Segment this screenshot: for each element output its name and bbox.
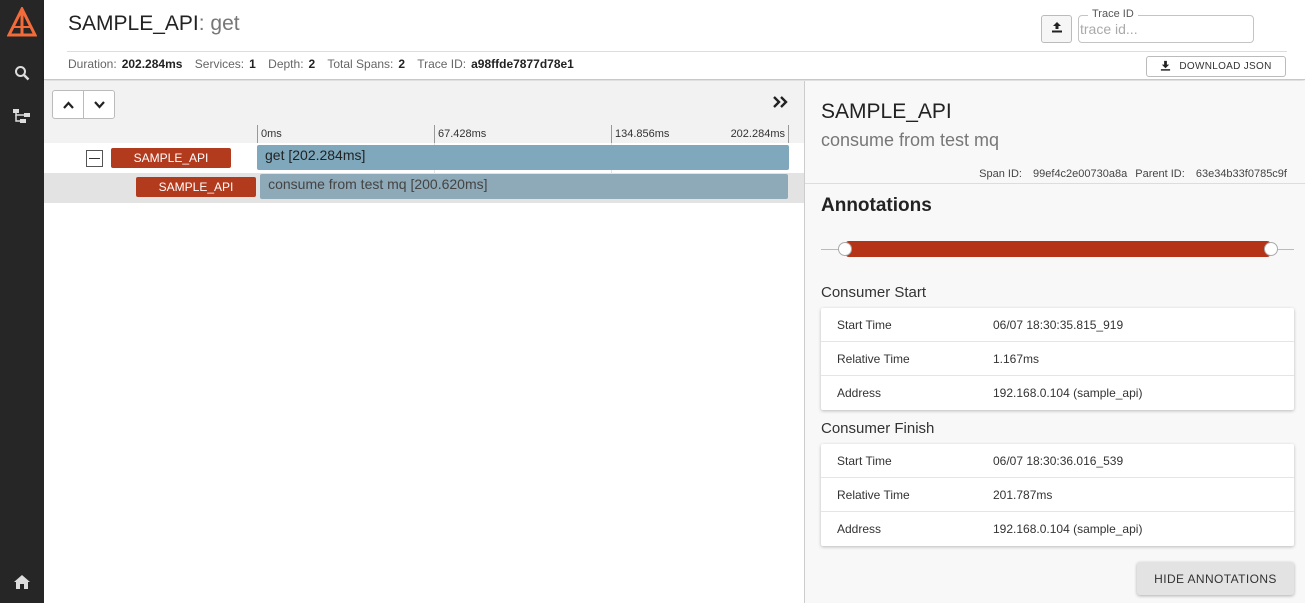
parent-id-value: 63e34b33f0785c9f [1195, 168, 1287, 180]
upload-json-button[interactable] [1041, 15, 1072, 43]
duration-label: Duration: [68, 57, 117, 71]
annotation-key: Start Time [837, 453, 892, 468]
span-detail-panel: SAMPLE_API consume from test mq Span ID:… [804, 81, 1305, 603]
annotation-row: Address 192.168.0.104 (sample_api) [821, 376, 1294, 410]
annotation-group-title: Consumer Start [821, 284, 927, 301]
annotation-row: Relative Time 1.167ms [821, 342, 1294, 376]
header-divider [67, 51, 1287, 52]
hide-annotations-button[interactable]: HIDE ANNOTATIONS [1137, 562, 1294, 595]
annotation-card: Start Time 06/07 18:30:36.016_539 Relativ… [821, 444, 1294, 546]
chevron-down-icon [93, 96, 105, 114]
span-bar[interactable]: get [202.284ms] [257, 145, 789, 170]
tick-label: 67.428ms [434, 125, 611, 143]
search-icon[interactable] [0, 62, 44, 84]
tick-label: 134.856ms [611, 125, 721, 143]
annotation-value: 201.787ms [993, 487, 1053, 502]
chevron-up-icon [62, 96, 74, 114]
trace-id-value: a98ffde7877d78e1 [471, 57, 574, 71]
annotation-key: Relative Time [837, 487, 910, 502]
trace-id-label: Trace ID: [417, 57, 467, 71]
depth-value: 2 [308, 57, 316, 71]
annotation-row: Start Time 06/07 18:30:36.016_539 [821, 444, 1294, 478]
title-span-name: get [210, 12, 240, 35]
span-ids: Span ID: 99ef4c2e00730a8a Parent ID: 63e3… [979, 168, 1287, 180]
detail-service-name: SAMPLE_API [821, 100, 952, 123]
slider-start-handle[interactable] [838, 242, 852, 256]
home-icon[interactable] [0, 571, 44, 593]
time-axis: 0ms 67.428ms 134.856ms 202.284ms [257, 125, 789, 143]
parent-id-label: Parent ID: [1135, 168, 1185, 180]
download-icon [1160, 60, 1171, 74]
annotation-row: Address 192.168.0.104 (sample_api) [821, 512, 1294, 546]
span-bar[interactable]: consume from test mq [200.620ms] [260, 174, 788, 199]
left-nav [0, 0, 44, 603]
trace-header: SAMPLE_API: get Trace ID Duration:202.28… [44, 0, 1305, 80]
zipkin-logo-icon[interactable] [0, 6, 44, 40]
slider-end-handle[interactable] [1264, 242, 1278, 256]
download-json-button[interactable]: DOWNLOAD JSON [1146, 56, 1286, 77]
annotation-value: 192.168.0.104 (sample_api) [993, 522, 1143, 536]
span-id-label: Span ID: [979, 168, 1022, 180]
tick-label: 0ms [257, 125, 434, 143]
tick-label: 202.284ms [721, 125, 789, 143]
annotation-row: Start Time 06/07 18:30:35.815_919 [821, 308, 1294, 342]
annotation-key: Start Time [837, 317, 892, 332]
dependencies-icon[interactable] [0, 105, 44, 127]
annotation-key: Address [837, 386, 882, 400]
annotation-key: Relative Time [837, 351, 910, 366]
annotation-value: 06/07 18:30:35.815_919 [993, 317, 1124, 332]
duration-value: 202.284ms [121, 57, 183, 71]
trace-timeline: 0ms 67.428ms 134.856ms 202.284ms SAMPLE_… [44, 81, 804, 603]
annotation-slider-range [845, 241, 1271, 257]
trace-stats: Duration: 202.284ms Services: 1 Depth: 2 To… [68, 57, 583, 71]
annotation-group-title: Consumer Finish [821, 420, 935, 437]
download-json-label: DOWNLOAD JSON [1179, 61, 1272, 72]
upload-icon [1051, 20, 1063, 38]
double-chevron-right-icon[interactable] [772, 95, 788, 114]
collapse-toggle-icon[interactable] [86, 150, 103, 167]
services-label: Services: [194, 57, 245, 71]
service-badge: SAMPLE_API [136, 177, 256, 197]
annotation-value: 06/07 18:30:36.016_539 [993, 453, 1124, 468]
page-title: SAMPLE_API: get [68, 12, 240, 36]
title-service: SAMPLE_API [68, 12, 199, 35]
annotations-title: Annotations [821, 195, 932, 216]
span-navigation-buttons [52, 90, 115, 119]
services-value: 1 [249, 57, 256, 71]
annotation-key: Address [837, 522, 882, 536]
annotation-value: 1.167ms [993, 351, 1040, 366]
detail-span-name: consume from test mq [821, 130, 1000, 150]
annotation-card: Start Time 06/07 18:30:35.815_919 Relativ… [821, 308, 1294, 410]
title-separator: : [198, 12, 205, 35]
service-badge: SAMPLE_API [111, 148, 231, 168]
span-row[interactable]: SAMPLE_API get [202.284ms] [44, 143, 804, 173]
detail-divider [805, 183, 1305, 184]
previous-span-button[interactable] [53, 91, 83, 118]
trace-id-input[interactable] [1080, 19, 1250, 39]
span-row[interactable]: SAMPLE_API consume from test mq [200.620… [44, 173, 804, 203]
depth-label: Depth: [268, 57, 304, 71]
total-spans-value: 2 [398, 57, 406, 71]
annotation-value: 192.168.0.104 (sample_api) [993, 386, 1143, 400]
total-spans-label: Total Spans: [327, 57, 394, 71]
annotation-row: Relative Time 201.787ms [821, 478, 1294, 512]
next-span-button[interactable] [83, 91, 114, 118]
span-id-value: 99ef4c2e00730a8a [1033, 168, 1128, 180]
